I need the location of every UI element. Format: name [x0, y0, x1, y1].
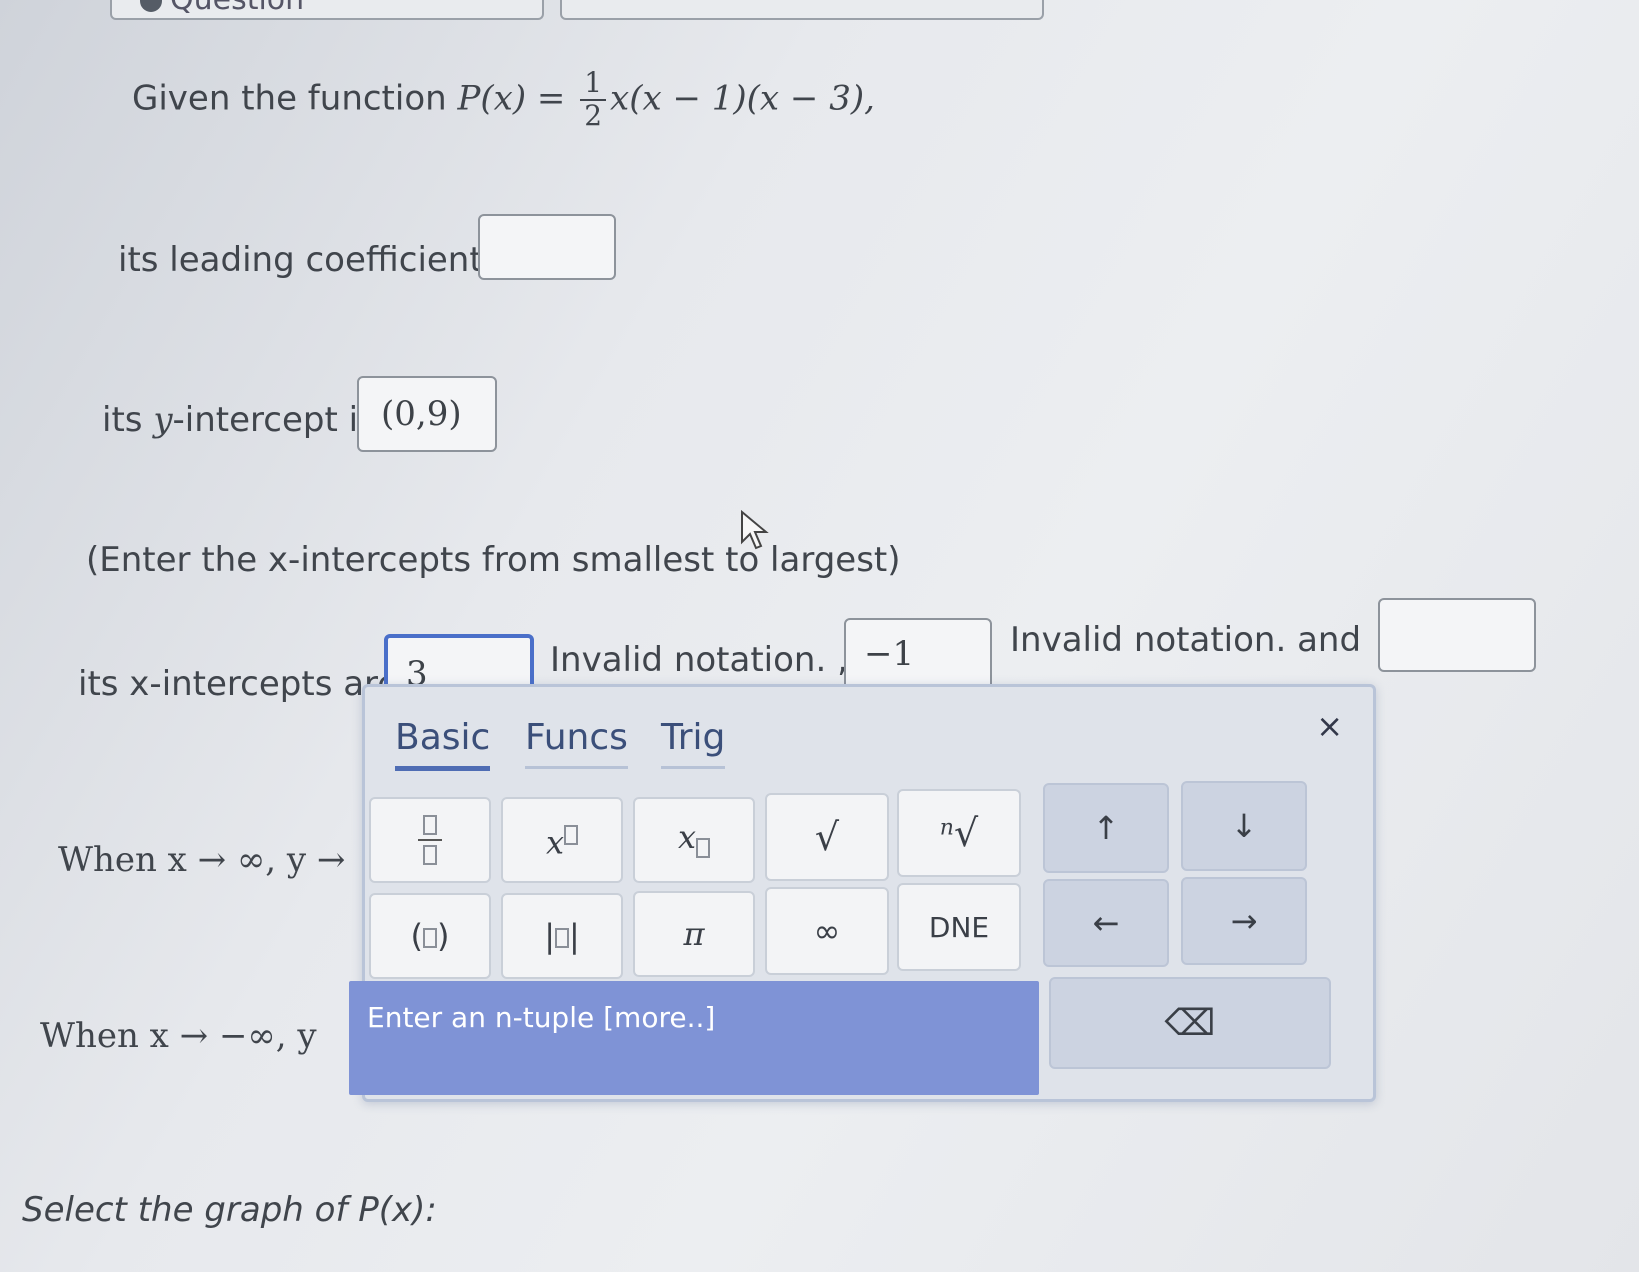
y-intercept-input[interactable]: (0,9): [357, 376, 497, 452]
abs-left: |: [544, 917, 555, 955]
paren-open: (: [410, 917, 423, 955]
y-intercept-label-pre: its: [102, 400, 143, 440]
nth-root-key[interactable]: n√: [897, 789, 1021, 877]
y-intercept-label-post: -intercept is: [172, 400, 376, 440]
select-graph-prompt: Select the graph of P(x):: [22, 1190, 437, 1230]
backspace-icon: ⌫: [1164, 1002, 1216, 1044]
y-variable: y: [153, 400, 173, 440]
parentheses-icon: (): [411, 917, 450, 955]
function-fraction: 12: [580, 67, 607, 132]
subscript-key[interactable]: x: [633, 797, 755, 883]
paren-close: ): [437, 917, 450, 955]
x-intercept-instruction: (Enter the x-intercepts from smallest to…: [86, 540, 901, 580]
exponent-icon: x: [545, 818, 579, 862]
x-intercept-2-error: Invalid notation. and: [1010, 620, 1362, 660]
mouse-cursor-icon: [740, 509, 770, 554]
sqrt-icon: √: [814, 815, 840, 859]
absolute-value-key[interactable]: | |: [501, 893, 623, 979]
fraction-denominator: 2: [584, 98, 603, 132]
infinity-icon: ∞: [813, 912, 841, 950]
fraction-icon: [418, 815, 442, 865]
dne-label: DNE: [928, 910, 990, 944]
fraction-key[interactable]: [369, 797, 491, 883]
ntuple-label: Enter an n-tuple [more..]: [367, 1001, 716, 1034]
given-prefix: Given the function: [132, 78, 447, 119]
question-page: Question Given the function P(x) = 12x(x…: [0, 0, 1639, 1272]
fraction-numerator: 1: [580, 67, 607, 101]
sqrt-key[interactable]: √: [765, 793, 889, 881]
nth-root-icon: n√: [940, 811, 978, 855]
down-arrow-icon: ↓: [1230, 807, 1258, 845]
nth-root-index: n: [939, 815, 954, 841]
up-arrow-icon: ↑: [1092, 809, 1120, 847]
y-intercept-label: its y-intercept is: [102, 400, 376, 440]
x-intercepts-label: its x-intercepts are: [78, 664, 399, 704]
subscript-base: x: [677, 817, 697, 856]
math-keypad: Basic Funcs Trig × x x √ n√ ↑ ↓ () | | π…: [349, 684, 1376, 1102]
right-arrow-key[interactable]: →: [1181, 877, 1307, 965]
leading-coefficient-label: its leading coefficient is: [118, 240, 521, 280]
given-function-line: Given the function P(x) = 1 2 x(x − 1)(x −…: [132, 67, 875, 132]
dne-key[interactable]: DNE: [897, 883, 1021, 971]
x-intercept-1-error: Invalid notation. ,: [550, 640, 848, 680]
up-arrow-key[interactable]: ↑: [1043, 783, 1169, 873]
abs-right: |: [569, 917, 580, 955]
question-tab-right: [560, 0, 1044, 20]
end-behavior-pos-inf: When x → ∞, y →: [58, 840, 346, 880]
backspace-key[interactable]: ⌫: [1049, 977, 1331, 1069]
exponent-key[interactable]: x: [501, 797, 623, 883]
x-intercept-2-input[interactable]: −1: [844, 618, 992, 690]
ntuple-button[interactable]: Enter an n-tuple [more..]: [349, 981, 1039, 1095]
question-header: Question: [140, 0, 304, 17]
parentheses-key[interactable]: (): [369, 893, 491, 979]
exponent-base: x: [545, 823, 565, 862]
question-status-icon: [140, 0, 162, 12]
subscript-icon: x: [677, 817, 711, 862]
tab-trig[interactable]: Trig: [661, 717, 726, 769]
end-behavior-neg-inf: When x → −∞, y: [40, 1016, 317, 1056]
down-arrow-key[interactable]: ↓: [1181, 781, 1307, 871]
leading-coefficient-input[interactable]: [478, 214, 616, 280]
left-arrow-icon: ←: [1092, 904, 1120, 942]
tab-funcs[interactable]: Funcs: [525, 717, 628, 769]
pi-key[interactable]: π: [633, 891, 755, 977]
function-lhs: P(x) =: [457, 78, 566, 119]
tab-basic[interactable]: Basic: [395, 717, 491, 771]
right-arrow-icon: →: [1230, 902, 1258, 940]
absolute-value-icon: | |: [544, 917, 580, 955]
left-arrow-key[interactable]: ←: [1043, 879, 1169, 967]
question-header-label: Question: [170, 0, 304, 17]
nth-root-symbol: √: [953, 811, 979, 855]
pi-icon: π: [683, 915, 705, 953]
function-rhs: x(x − 1)(x − 3),: [610, 78, 875, 119]
infinity-key[interactable]: ∞: [765, 887, 889, 975]
close-icon[interactable]: ×: [1316, 707, 1343, 745]
x-intercept-3-input[interactable]: [1378, 598, 1536, 672]
